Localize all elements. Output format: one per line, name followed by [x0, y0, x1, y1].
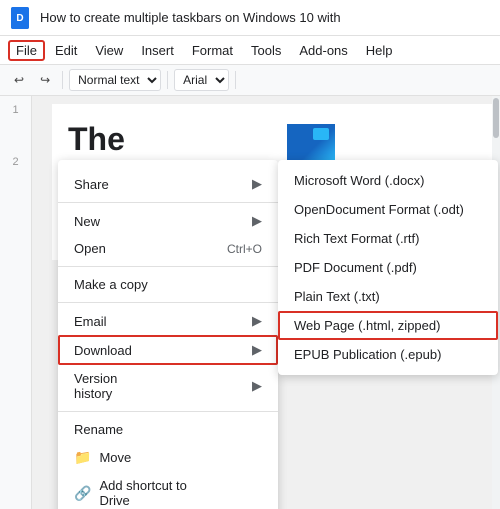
- file-menu-move[interactable]: 📁 Move: [58, 443, 278, 472]
- file-menu-download[interactable]: Download ▶: [58, 335, 278, 365]
- open-shortcut: Ctrl+O: [227, 242, 262, 256]
- scroll-thumb[interactable]: [493, 98, 499, 138]
- line-number-2: 2: [12, 156, 18, 168]
- file-menu-make-copy[interactable]: Make a copy: [58, 271, 278, 298]
- line-number-1: 1: [12, 104, 18, 116]
- download-arrow: ▶: [252, 342, 262, 358]
- download-epub[interactable]: EPUB Publication (.epub): [278, 340, 498, 369]
- file-menu-new[interactable]: New ▶: [58, 207, 278, 235]
- toolbar: ↩ ↪ Normal text Arial: [0, 64, 500, 96]
- menu-file[interactable]: File: [8, 40, 45, 61]
- download-submenu: Microsoft Word (.docx) OpenDocument Form…: [278, 160, 498, 375]
- download-docx[interactable]: Microsoft Word (.docx): [278, 166, 498, 195]
- shortcut-icon: 🔗: [74, 485, 91, 502]
- toolbar-divider-2: [167, 71, 168, 89]
- document-title: How to create multiple taskbars on Windo…: [40, 10, 341, 25]
- font-select[interactable]: Arial: [174, 69, 229, 91]
- new-arrow: ▶: [252, 213, 262, 229]
- redo-button[interactable]: ↪: [34, 70, 56, 90]
- style-select[interactable]: Normal text: [69, 69, 161, 91]
- menu-bar: File Edit View Insert Format Tools Add-o…: [0, 36, 500, 64]
- download-html[interactable]: Web Page (.html, zipped): [278, 311, 498, 340]
- move-icon: 📁: [74, 449, 91, 466]
- download-rtf[interactable]: Rich Text Format (.rtf): [278, 224, 498, 253]
- file-menu-section-copy: Make a copy: [58, 267, 278, 303]
- menu-help[interactable]: Help: [358, 40, 401, 61]
- toolbar-divider-3: [235, 71, 236, 89]
- file-menu-rename[interactable]: Rename: [58, 416, 278, 443]
- share-arrow: ▶: [252, 176, 262, 192]
- title-bar: D How to create multiple taskbars on Win…: [0, 0, 500, 36]
- menu-view[interactable]: View: [87, 40, 131, 61]
- toolbar-divider-1: [62, 71, 63, 89]
- svg-text:D: D: [16, 13, 23, 24]
- menu-insert[interactable]: Insert: [133, 40, 182, 61]
- doc-icon: D: [8, 6, 32, 30]
- email-arrow: ▶: [252, 313, 262, 329]
- file-menu-section-share: Share ▶: [58, 166, 278, 203]
- file-menu-email[interactable]: Email ▶: [58, 307, 278, 335]
- download-txt[interactable]: Plain Text (.txt): [278, 282, 498, 311]
- file-menu-version-history[interactable]: Versionhistory ▶: [58, 365, 278, 407]
- line-numbers: 1 2: [0, 96, 32, 509]
- menu-tools[interactable]: Tools: [243, 40, 289, 61]
- windows-club-logo: [287, 124, 335, 160]
- download-pdf[interactable]: PDF Document (.pdf): [278, 253, 498, 282]
- main-area: 1 2 The WindowsClub When we perform mult…: [0, 96, 500, 509]
- menu-format[interactable]: Format: [184, 40, 241, 61]
- file-menu-open[interactable]: Open Ctrl+O: [58, 235, 278, 262]
- file-menu-add-shortcut[interactable]: 🔗 Add shortcut toDrive: [58, 472, 278, 509]
- menu-edit[interactable]: Edit: [47, 40, 85, 61]
- version-arrow: ▶: [252, 378, 262, 394]
- file-menu-section-move: Rename 📁 Move 🔗 Add shortcut toDrive 🗑 M…: [58, 412, 278, 509]
- file-menu-share[interactable]: Share ▶: [58, 170, 278, 198]
- undo-button[interactable]: ↩: [8, 70, 30, 90]
- menu-addons[interactable]: Add-ons: [291, 40, 355, 61]
- download-odt[interactable]: OpenDocument Format (.odt): [278, 195, 498, 224]
- file-menu: Share ▶ New ▶ Open Ctrl+O Make a copy: [58, 160, 278, 509]
- file-menu-section-new: New ▶ Open Ctrl+O: [58, 203, 278, 267]
- file-menu-section-download: Email ▶ Download ▶ Versionhistory ▶: [58, 303, 278, 412]
